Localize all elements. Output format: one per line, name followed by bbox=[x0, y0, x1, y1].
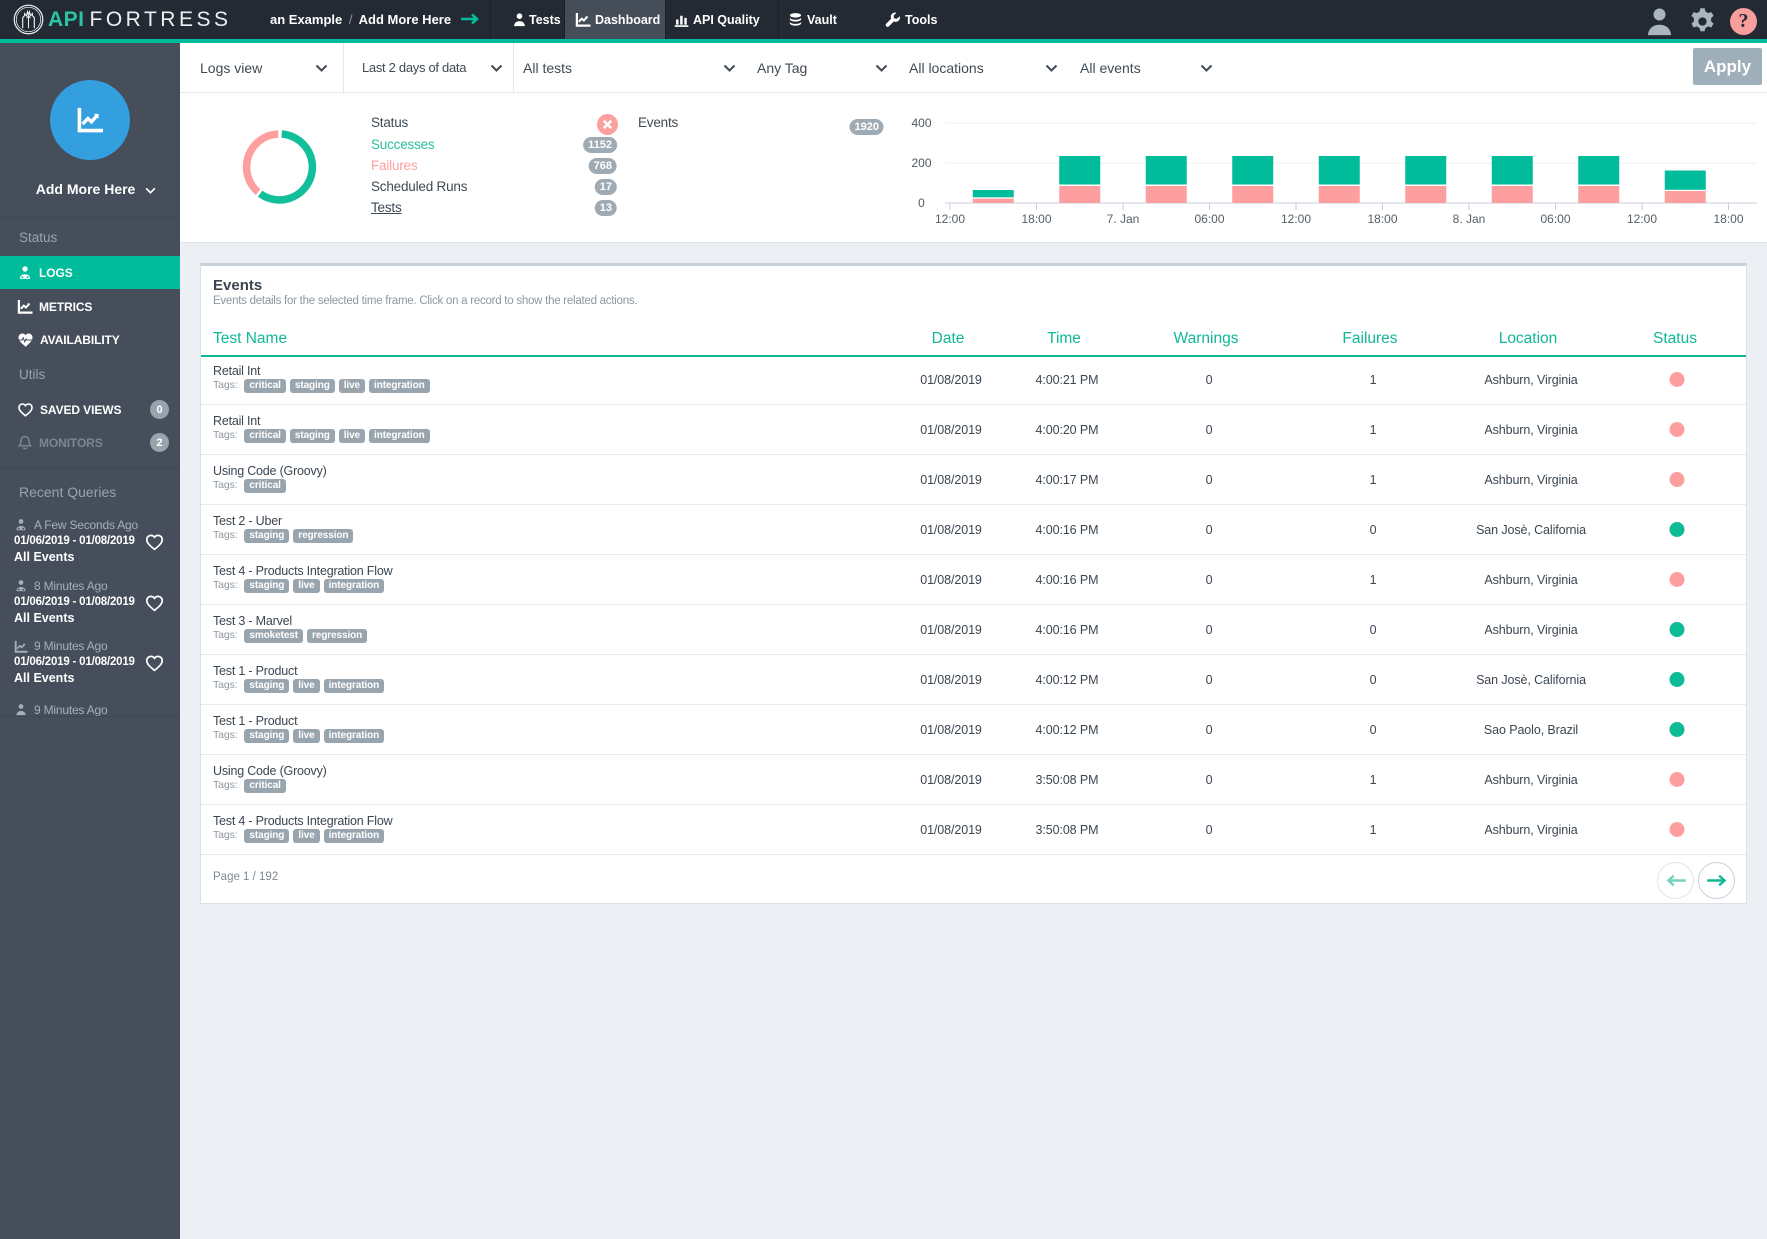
svg-text:18:00: 18:00 bbox=[1713, 212, 1743, 226]
svg-text:200: 200 bbox=[911, 156, 931, 170]
svg-text:06:00: 06:00 bbox=[1540, 212, 1570, 226]
svg-text:12:00: 12:00 bbox=[1281, 212, 1311, 226]
svg-text:12:00: 12:00 bbox=[935, 212, 965, 226]
svg-text:06:00: 06:00 bbox=[1194, 212, 1224, 226]
svg-text:400: 400 bbox=[911, 116, 931, 130]
svg-text:8. Jan: 8. Jan bbox=[1453, 212, 1486, 226]
svg-text:12:00: 12:00 bbox=[1627, 212, 1657, 226]
svg-text:18:00: 18:00 bbox=[1367, 212, 1397, 226]
svg-text:0: 0 bbox=[918, 196, 925, 210]
svg-text:7. Jan: 7. Jan bbox=[1107, 212, 1140, 226]
svg-text:18:00: 18:00 bbox=[1021, 212, 1051, 226]
